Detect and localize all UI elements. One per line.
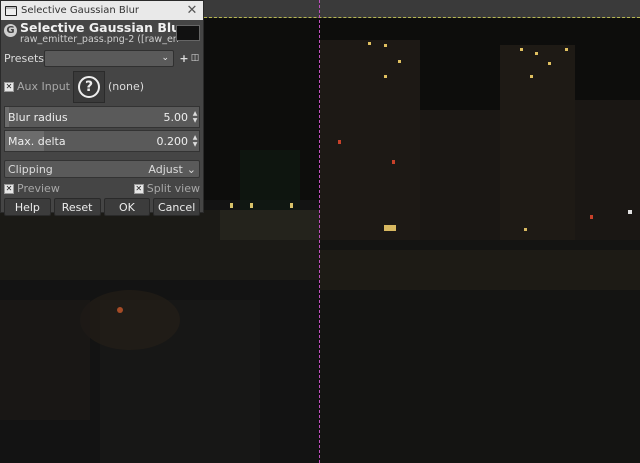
max-delta-value[interactable]: 0.200 <box>157 135 192 148</box>
aux-input-row: ✕ Aux Input ? (none) <box>1 69 203 104</box>
dialog-header: G Selective Gaussian Blur raw_emitter_pa… <box>1 20 203 47</box>
image-thumbnail <box>176 25 200 41</box>
image-subtitle: raw_emitter_pass.png-2 ([raw_emitter_p..… <box>20 34 180 45</box>
aux-input-value: (none) <box>108 80 145 93</box>
horizontal-guide <box>204 17 640 18</box>
chevron-down-icon: ⌄ <box>161 53 169 63</box>
split-view-checkbox[interactable]: ✕ <box>133 183 144 194</box>
cancel-button[interactable]: Cancel <box>153 198 200 216</box>
blur-radius-stepper[interactable]: ▲ ▼ <box>191 110 199 124</box>
clipping-dropdown[interactable]: Clipping Adjust ⌄ <box>4 160 200 178</box>
aux-input-chooser[interactable]: ? <box>73 70 105 103</box>
selective-gaussian-blur-dialog: Selective Gaussian Blur ✕ G Selective Ga… <box>0 0 204 216</box>
question-mark-icon: ? <box>78 75 100 98</box>
clapperboard-icon <box>5 5 17 16</box>
preview-checkbox[interactable]: ✕ <box>4 183 14 194</box>
aux-input-checkbox[interactable]: ✕ <box>4 81 14 92</box>
window-title: Selective Gaussian Blur <box>21 5 140 16</box>
split-view-label: Split view <box>146 182 200 195</box>
dialog-titlebar[interactable]: Selective Gaussian Blur ✕ <box>1 1 203 20</box>
help-button[interactable]: Help <box>4 198 51 216</box>
max-delta-stepper[interactable]: ▲ ▼ <box>191 134 199 148</box>
presets-row: Presets: ⌄ + ◫ <box>1 47 203 69</box>
presets-label: Presets: <box>4 51 48 65</box>
filter-title: Selective Gaussian Blur <box>20 20 187 35</box>
presets-dropdown[interactable]: ⌄ <box>44 49 174 67</box>
dialog-buttons: Help Reset OK Cancel <box>1 197 203 216</box>
ok-button[interactable]: OK <box>103 198 151 216</box>
gimp-logo-icon: G <box>4 24 17 37</box>
split-view-toggle[interactable]: ✕ Split view <box>133 182 200 195</box>
preview-toggles-row: ✕ Preview ✕ Split view <box>1 180 203 197</box>
close-icon[interactable]: ✕ <box>185 3 199 18</box>
blur-radius-value[interactable]: 5.00 <box>164 111 192 124</box>
blur-radius-label: Blur radius <box>8 110 68 124</box>
max-delta-label: Max. delta <box>8 134 66 148</box>
chevron-down-icon: ⌄ <box>186 162 196 176</box>
aux-input-label: Aux Input <box>17 80 70 93</box>
blur-radius-spinscale[interactable]: Blur radius 5.00 ▲ ▼ <box>4 106 200 128</box>
clipping-label: Clipping <box>8 162 53 176</box>
reset-button[interactable]: Reset <box>53 198 101 216</box>
clipping-value: Adjust <box>148 162 183 176</box>
preset-menu-icon[interactable]: ◫ <box>190 53 200 63</box>
preview-label: Preview <box>17 182 60 195</box>
split-view-line[interactable] <box>319 0 320 463</box>
preview-toggle[interactable]: ✕ Preview <box>4 182 60 195</box>
add-preset-button[interactable]: + <box>178 52 190 65</box>
max-delta-spinscale[interactable]: Max. delta 0.200 ▲ ▼ <box>4 130 200 152</box>
